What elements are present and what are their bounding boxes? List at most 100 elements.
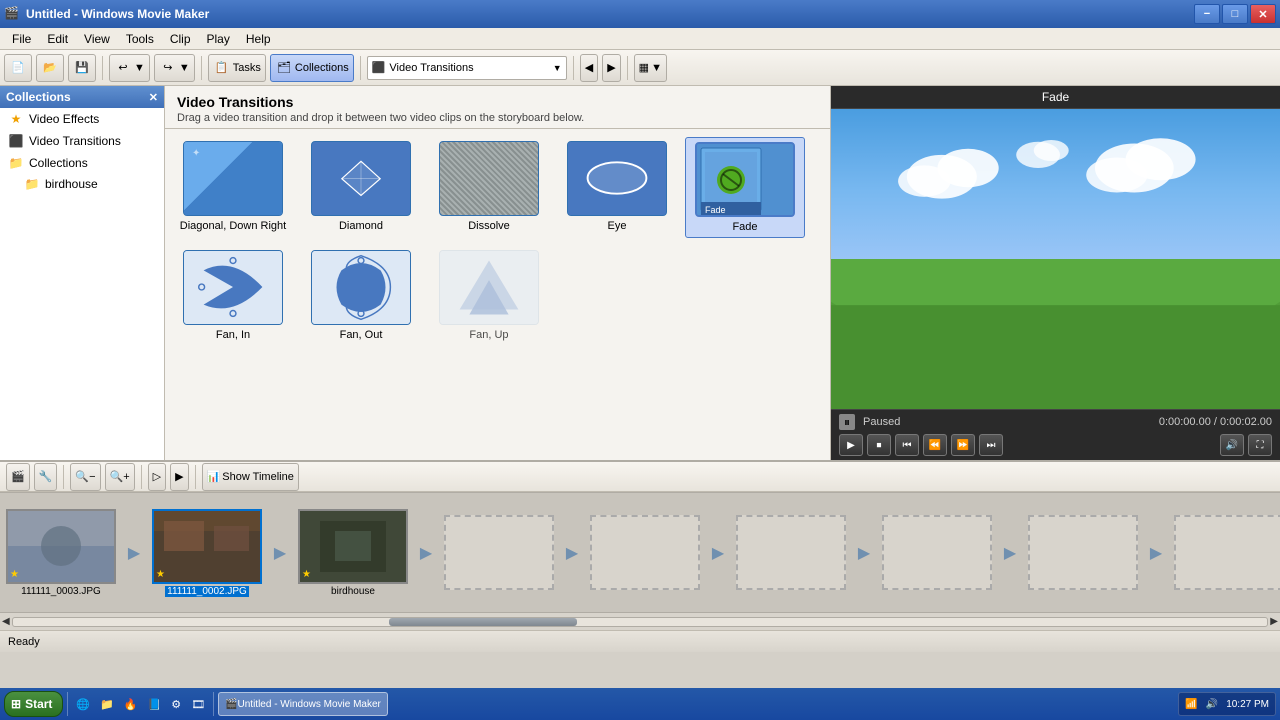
- transition-diagonal-down-right[interactable]: ✦ Diagonal, Down Right: [173, 137, 293, 238]
- taskbar-ie-button[interactable]: 🌐: [72, 690, 94, 718]
- transition-diamond[interactable]: Diamond: [301, 137, 421, 238]
- start-label: Start: [25, 697, 52, 711]
- storyboard-tool-1[interactable]: 🎬: [6, 463, 30, 491]
- undo-button[interactable]: ↩ ▼: [109, 54, 150, 82]
- transition-label-fan-out: Fan, Out: [340, 329, 383, 341]
- taskbar-word-button[interactable]: 📘: [144, 690, 166, 718]
- save-button[interactable]: 💾: [68, 54, 96, 82]
- taskbar-settings-button[interactable]: ⚙: [167, 690, 185, 718]
- transition-fan-out[interactable]: Fan, Out: [301, 246, 421, 345]
- play-storyboard-button[interactable]: ▷: [148, 463, 166, 491]
- systray-volume-icon[interactable]: 🔊: [1206, 699, 1218, 710]
- step-forward-button[interactable]: ⏩: [951, 434, 975, 456]
- redo-arrow: ▼: [179, 62, 190, 74]
- menu-view[interactable]: View: [76, 30, 118, 48]
- transition-arrow-1[interactable]: ▶: [116, 515, 152, 590]
- video-effects-icon: ★: [8, 111, 24, 127]
- sidebar-item-video-effects-label: Video Effects: [29, 112, 99, 126]
- fast-forward-button[interactable]: ⏭: [979, 434, 1003, 456]
- view-options-button[interactable]: ▦ ▼: [634, 54, 667, 82]
- scroll-right-button[interactable]: ▶: [1270, 616, 1278, 627]
- play-button[interactable]: ▶: [839, 434, 863, 456]
- sidebar-item-collections[interactable]: 📁 Collections: [0, 152, 164, 174]
- story-thumb-3[interactable]: ★: [298, 509, 408, 584]
- transition-label-diagonal: Diagonal, Down Right: [180, 220, 286, 232]
- menu-clip[interactable]: Clip: [162, 30, 199, 48]
- menu-help[interactable]: Help: [238, 30, 279, 48]
- menu-play[interactable]: Play: [199, 30, 238, 48]
- show-timeline-label: Show Timeline: [222, 471, 294, 483]
- story-thumb-2[interactable]: ★: [152, 509, 262, 584]
- new-button[interactable]: 📄: [4, 54, 32, 82]
- collections-button[interactable]: 🗂 Collections: [270, 54, 354, 82]
- storyboard-sep-1: [63, 465, 64, 489]
- transition-fan-up[interactable]: Fan, Up: [429, 246, 549, 345]
- transition-eye[interactable]: Eye: [557, 137, 677, 238]
- transition-arrow-7[interactable]: ▶: [992, 515, 1028, 590]
- start-button[interactable]: ⊞ Start: [4, 691, 63, 717]
- scroll-left-button[interactable]: ◀: [2, 616, 10, 627]
- app-icon: 🎬: [4, 6, 20, 22]
- show-timeline-button[interactable]: 📊 Show Timeline: [202, 463, 299, 491]
- sidebar-item-birdhouse-label: birdhouse: [45, 177, 98, 191]
- menu-file[interactable]: File: [4, 30, 39, 48]
- taskbar-moviemaker-button[interactable]: 🎬 Untitled - Windows Movie Maker: [218, 692, 388, 716]
- volume-button[interactable]: 🔊: [1220, 434, 1244, 456]
- undo-arrow: ▼: [134, 62, 145, 74]
- stop-button[interactable]: ⏹: [867, 434, 891, 456]
- transition-fan-in[interactable]: Fan, In: [173, 246, 293, 345]
- clip3-label: birdhouse: [331, 586, 375, 597]
- preview-panel: Fade: [830, 86, 1280, 460]
- transition-arrow-5[interactable]: ▶: [700, 515, 736, 590]
- transition-fade[interactable]: Fade Fade: [685, 137, 805, 238]
- toolbar: 📄 📂 💾 ↩ ▼ ↪ ▼ 📋 Tasks 🗂 Collections ⬛ Vi…: [0, 50, 1280, 86]
- story-thumb-1[interactable]: ★: [6, 509, 116, 584]
- zoom-out-button[interactable]: 🔍−: [70, 463, 100, 491]
- transition-arrow-8[interactable]: ▶: [1138, 515, 1174, 590]
- step-back-button[interactable]: ⏪: [923, 434, 947, 456]
- menu-edit[interactable]: Edit: [39, 30, 76, 48]
- new-icon: 📄: [9, 59, 27, 77]
- separator-1: [102, 56, 103, 80]
- dropdown-value: Video Transitions: [389, 62, 473, 74]
- rewind-button[interactable]: ⏮: [895, 434, 919, 456]
- transition-arrow-3[interactable]: ▶: [408, 515, 444, 590]
- empty-clip-5: [1028, 515, 1138, 590]
- open-button[interactable]: 📂: [36, 54, 64, 82]
- tasks-button[interactable]: 📋 Tasks: [208, 54, 266, 82]
- sidebar-header: Collections ✕: [0, 86, 164, 108]
- transition-label-dissolve: Dissolve: [468, 220, 510, 232]
- ie-icon: 🌐: [76, 698, 90, 711]
- scroll-track[interactable]: [12, 617, 1269, 627]
- transition-thumb-eye: [567, 141, 667, 216]
- taskbar-firefox-button[interactable]: 🔥: [120, 690, 142, 718]
- scroll-thumb[interactable]: [389, 618, 577, 626]
- fullscreen-button[interactable]: ⛶: [1248, 434, 1272, 456]
- taskbar-sep: [67, 692, 68, 716]
- transition-dissolve[interactable]: Dissolve: [429, 137, 549, 238]
- storyboard-icon-2: 🔧: [39, 470, 53, 483]
- taskbar-extra-button[interactable]: 🎞: [187, 690, 209, 718]
- transition-dropdown[interactable]: ⬛ Video Transitions ▼: [367, 56, 567, 80]
- maximize-button[interactable]: □: [1222, 4, 1248, 24]
- sidebar-close-button[interactable]: ✕: [149, 91, 158, 104]
- sidebar-item-video-transitions[interactable]: ⬛ Video Transitions: [0, 130, 164, 152]
- close-button[interactable]: ✕: [1250, 4, 1276, 24]
- preview-clouds: [876, 133, 1235, 238]
- zoom-in-button[interactable]: 🔍+: [105, 463, 135, 491]
- transition-arrow-6[interactable]: ▶: [846, 515, 882, 590]
- redo-button[interactable]: ↪ ▼: [154, 54, 195, 82]
- sidebar-item-birdhouse[interactable]: 📁 birdhouse: [0, 174, 164, 194]
- separator-4: [573, 56, 574, 80]
- play-fullscreen-button[interactable]: ▶: [170, 463, 188, 491]
- forward-button[interactable]: ▶: [602, 54, 620, 82]
- storyboard-tool-2[interactable]: 🔧: [34, 463, 58, 491]
- minimize-button[interactable]: −: [1194, 4, 1220, 24]
- transition-arrow-2[interactable]: ▶: [262, 515, 298, 590]
- menu-tools[interactable]: Tools: [118, 30, 162, 48]
- taskbar-folder-button[interactable]: 📁: [96, 690, 118, 718]
- back-button[interactable]: ◀: [580, 54, 598, 82]
- sidebar-item-video-effects[interactable]: ★ Video Effects: [0, 108, 164, 130]
- clip2-star-badge: ★: [156, 569, 165, 580]
- transition-arrow-4[interactable]: ▶: [554, 515, 590, 590]
